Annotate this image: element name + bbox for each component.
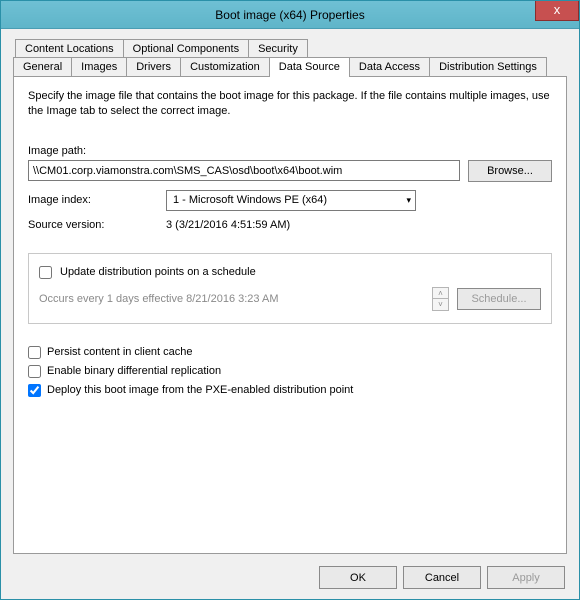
binary-diff-label: Enable binary differential replication [47,365,221,377]
tab-data-access[interactable]: Data Access [349,57,430,76]
binary-diff-row: Enable binary differential replication [28,365,552,378]
image-index-select[interactable]: 1 - Microsoft Windows PE (x64) ▾ [166,190,416,211]
schedule-groupbox: Update distribution points on a schedule… [28,253,552,324]
apply-button: Apply [487,566,565,589]
source-version-row: Source version: 3 (3/21/2016 4:51:59 AM) [28,219,552,231]
spinner-down-icon[interactable]: ˅ [433,299,448,310]
tab-drivers[interactable]: Drivers [126,57,181,76]
tab-customization[interactable]: Customization [180,57,270,76]
cancel-button[interactable]: Cancel [403,566,481,589]
tab-distribution-settings[interactable]: Distribution Settings [429,57,547,76]
titlebar: Boot image (x64) Properties x [1,1,579,29]
tab-row-bottom: General Images Drivers Customization Dat… [13,57,567,76]
tab-content-locations[interactable]: Content Locations [15,39,124,58]
persist-cache-checkbox[interactable] [28,346,41,359]
source-version-label: Source version: [28,219,166,231]
image-index-value: 1 - Microsoft Windows PE (x64) [173,194,327,206]
schedule-spinner[interactable]: ˄ ˅ [432,287,449,311]
image-path-row: Browse... [28,160,552,182]
binary-diff-checkbox[interactable] [28,365,41,378]
tab-optional-components[interactable]: Optional Components [123,39,249,58]
browse-button[interactable]: Browse... [468,160,552,182]
chevron-down-icon: ▾ [406,196,411,205]
image-path-label: Image path: [28,145,552,157]
tab-container: Content Locations Optional Components Se… [13,39,567,554]
panel-description: Specify the image file that contains the… [28,89,552,119]
persist-cache-label: Persist content in client cache [47,346,193,358]
close-icon: x [554,2,561,17]
tab-security[interactable]: Security [248,39,308,58]
image-index-label: Image index: [28,194,166,206]
tab-data-source[interactable]: Data Source [269,57,350,77]
pxe-deploy-checkbox[interactable] [28,384,41,397]
window-title: Boot image (x64) Properties [215,8,364,22]
spinner-up-icon[interactable]: ˄ [433,288,448,299]
close-button[interactable]: x [535,1,579,21]
options-checklist: Persist content in client cache Enable b… [28,346,552,397]
update-schedule-checkbox[interactable] [39,266,52,279]
dialog-body: Content Locations Optional Components Se… [1,29,579,599]
image-path-input[interactable] [28,160,460,181]
update-schedule-label: Update distribution points on a schedule [60,266,256,278]
dialog-button-bar: OK Cancel Apply [319,566,565,589]
ok-button[interactable]: OK [319,566,397,589]
schedule-occurs-text: Occurs every 1 days effective 8/21/2016 … [39,293,424,305]
properties-dialog: Boot image (x64) Properties x Content Lo… [0,0,580,600]
image-index-row: Image index: 1 - Microsoft Windows PE (x… [28,190,552,211]
source-version-value: 3 (3/21/2016 4:51:59 AM) [166,219,290,231]
persist-cache-row: Persist content in client cache [28,346,552,359]
pxe-deploy-row: Deploy this boot image from the PXE-enab… [28,384,552,397]
tab-general[interactable]: General [13,57,72,76]
pxe-deploy-label: Deploy this boot image from the PXE-enab… [47,384,353,396]
data-source-panel: Specify the image file that contains the… [13,76,567,554]
tab-images[interactable]: Images [71,57,127,76]
tab-row-top: Content Locations Optional Components Se… [13,39,567,58]
schedule-button: Schedule... [457,288,541,310]
